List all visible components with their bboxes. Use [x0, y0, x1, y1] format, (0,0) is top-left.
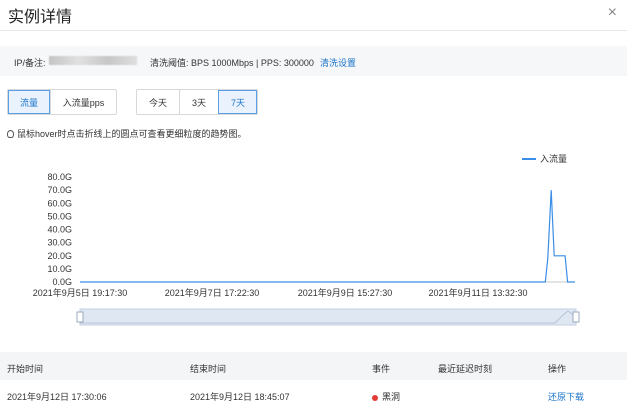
traffic-chart[interactable]: 0.0G 10.0G 20.0G 30.0G 40.0G 50.0G 60.0G 70.0G 8… [0, 145, 627, 335]
tab-7days[interactable]: 7天 [218, 90, 257, 114]
x-tick-label: 2021年9月5日 19:17:30 [33, 287, 128, 298]
ip-value-redacted [49, 56, 137, 65]
tab-today[interactable]: 今天 [137, 90, 179, 114]
tab-inbound-pps[interactable]: 入流量pps [50, 90, 116, 114]
x-axis: 2021年9月5日 19:17:30 2021年9月7日 17:22:30 2021… [33, 287, 528, 298]
header-end-time: 结束时间 [190, 364, 227, 374]
tab-traffic[interactable]: 流量 [8, 90, 50, 114]
header-latest-delay: 最近延迟时刻 [438, 364, 493, 374]
ip-label: IP/备注: [14, 58, 46, 68]
zoom-handle-right[interactable] [572, 311, 580, 323]
y-tick-label: 80.0G [47, 172, 72, 182]
table-header: 开始时间 结束时间 事件 最近延迟时刻 操作 [0, 352, 627, 380]
restore-download-link[interactable]: 还原下载 [548, 390, 584, 403]
dialog-title: 实例详情 [8, 9, 73, 26]
header-event: 事件 [372, 364, 391, 374]
zoom-handle-left[interactable] [76, 311, 84, 323]
series-line-inbound [80, 190, 575, 283]
table-row: 2021年9月12日 17:30:06 2021年9月12日 18:45:07 … [0, 380, 627, 404]
cell-event: 黑洞 [372, 390, 400, 403]
metric-tabs: 流量 入流量pps [7, 89, 117, 115]
y-tick-label: 40.0G [47, 225, 72, 235]
header-action: 操作 [548, 364, 567, 374]
tab-3days[interactable]: 3天 [179, 90, 218, 114]
info-bar: IP/备注: 清洗阈值: BPS 1000Mbps | PPS: 300000 … [0, 46, 627, 76]
y-tick-label: 70.0G [47, 185, 72, 195]
x-tick-label: 2021年9月9日 15:27:30 [298, 287, 393, 298]
range-tabs: 今天 3天 7天 [136, 89, 258, 115]
cleaning-settings-link[interactable]: 清洗设置 [320, 56, 356, 69]
header-start-time: 开始时间 [7, 364, 44, 374]
close-icon[interactable]: × [608, 4, 617, 22]
y-tick-label: 30.0G [47, 238, 72, 248]
y-tick-label: 60.0G [47, 198, 72, 208]
y-axis: 0.0G 10.0G 20.0G 30.0G 40.0G 50.0G 60.0G 70.0G 8… [47, 172, 72, 287]
threshold-text: 清洗阈值: BPS 1000Mbps | PPS: 300000 [150, 58, 314, 68]
dialog-header: 实例详情 × [0, 0, 627, 30]
cell-end-time: 2021年9月12日 18:45:07 [190, 392, 290, 402]
y-tick-label: 20.0G [47, 251, 72, 261]
chart-hint: 鼠标hover时点击折线上的圆点可查看更细粒度的趋势图。 [7, 127, 247, 140]
header-divider [0, 30, 627, 31]
y-tick-label: 0.0G [52, 277, 72, 287]
y-tick-label: 50.0G [47, 211, 72, 221]
y-tick-label: 10.0G [47, 264, 72, 274]
x-tick-label: 2021年9月11日 13:32:30 [429, 287, 528, 298]
x-tick-label: 2021年9月7日 17:22:30 [165, 287, 260, 298]
lightbulb-icon [7, 129, 14, 138]
hint-text: 鼠标hover时点击折线上的圆点可查看更细粒度的趋势图。 [17, 129, 247, 139]
cell-start-time: 2021年9月12日 17:30:06 [7, 392, 107, 402]
